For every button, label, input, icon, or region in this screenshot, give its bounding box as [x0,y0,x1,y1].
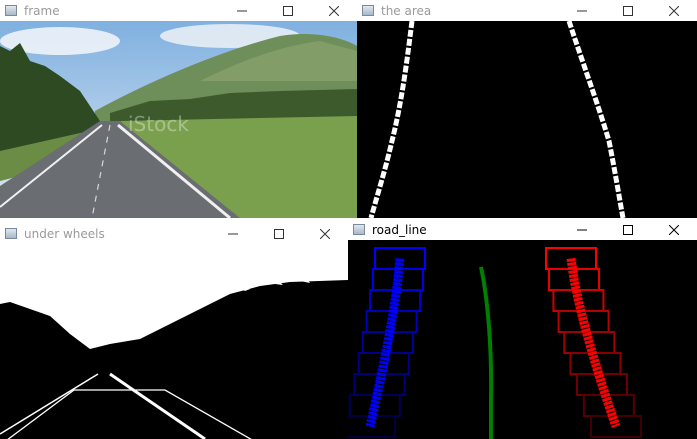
maximize-icon [623,224,633,235]
app-icon [362,5,374,16]
close-icon [320,228,330,239]
close-icon [669,5,679,16]
threshold-view [0,244,348,439]
minimize-icon [228,233,238,234]
minimize-button[interactable] [559,0,605,21]
frame-view: iStock [0,21,357,218]
wheels-view [0,244,348,439]
maximize-icon [283,5,293,16]
title-bar[interactable]: under wheels [0,223,348,244]
title-bar[interactable]: the area [357,0,697,21]
window-frame: frame iStock [0,0,357,218]
close-icon [329,5,339,16]
close-button[interactable] [651,0,697,21]
watermark-text: iStock [128,112,189,136]
close-button[interactable] [651,219,697,240]
app-icon [353,224,365,235]
minimize-icon [577,229,587,230]
close-button[interactable] [311,0,357,21]
close-button[interactable] [302,223,348,244]
window-title: road_line [372,222,427,237]
sliding-window-view [348,240,697,439]
window-road-line: road_line [348,219,697,439]
window-title: frame [24,3,60,18]
app-icon [5,5,17,16]
minimize-icon [237,10,247,11]
title-bar[interactable]: frame [0,0,357,21]
maximize-icon [274,228,284,239]
road-photo: iStock [0,21,357,218]
maximize-button[interactable] [265,0,311,21]
app-icon [5,228,17,239]
minimize-icon [577,10,587,11]
minimize-button[interactable] [210,223,256,244]
minimize-button[interactable] [219,0,265,21]
maximize-button[interactable] [605,219,651,240]
window-title: the area [381,3,432,18]
minimize-button[interactable] [559,219,605,240]
maximize-icon [623,5,633,16]
binary-lane-view [357,21,697,218]
road-line-view [348,240,697,439]
maximize-button[interactable] [256,223,302,244]
title-bar[interactable]: road_line [348,219,697,240]
window-under-wheels: under wheels [0,223,348,439]
maximize-button[interactable] [605,0,651,21]
close-icon [669,224,679,235]
window-title: under wheels [24,226,105,241]
area-view [357,21,697,218]
window-the-area: the area [357,0,697,218]
